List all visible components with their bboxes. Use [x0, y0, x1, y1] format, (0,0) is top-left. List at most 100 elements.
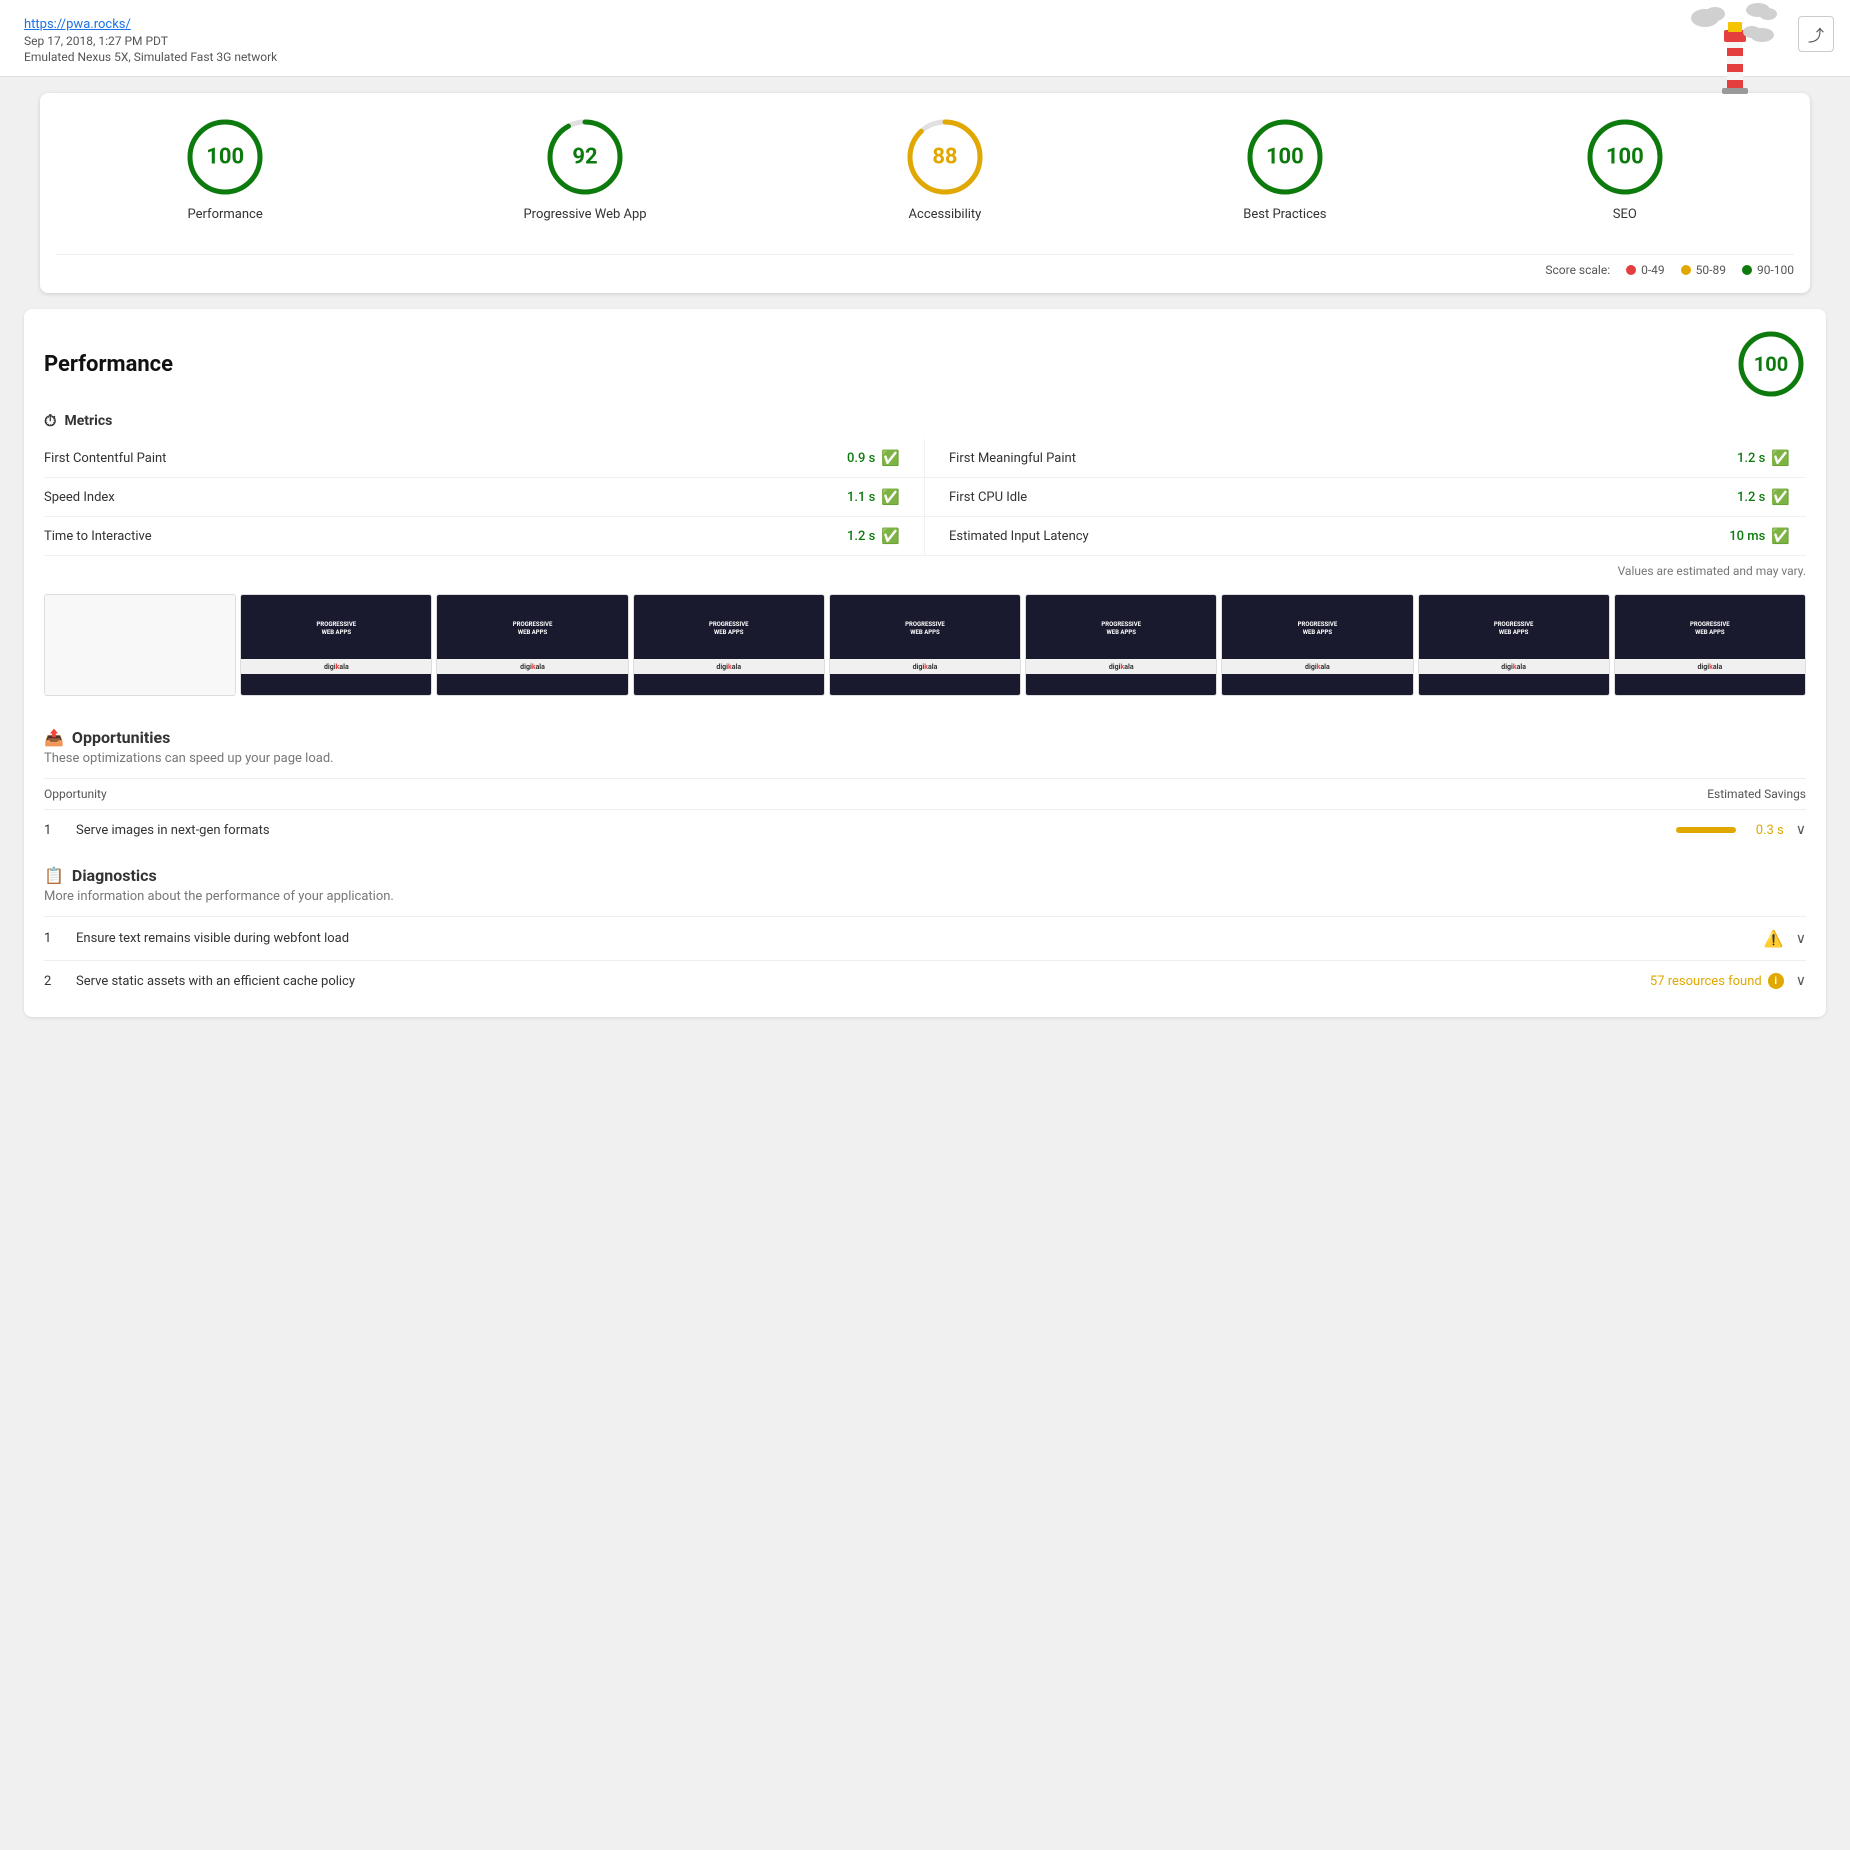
metric-name: Time to Interactive — [44, 529, 152, 544]
resources-found: 57 resources found i — [1650, 973, 1784, 989]
score-number-best-practices: 100 — [1266, 145, 1304, 170]
score-number-seo: 100 — [1606, 145, 1644, 170]
score-item-pwa: 92 Progressive Web App — [523, 117, 646, 222]
metrics-title: ⏱ Metrics — [24, 399, 1826, 439]
score-circle-seo: 100 — [1585, 117, 1665, 197]
opp-name: Serve images in next-gen formats — [76, 823, 1664, 838]
warning-icon: ⚠️ — [1764, 929, 1784, 948]
header-url[interactable]: https://pwa.rocks/ — [24, 17, 131, 32]
score-circle-performance: 100 — [185, 117, 265, 197]
opp-title: Opportunities — [72, 728, 170, 747]
opp-desc: These optimizations can speed up your pa… — [44, 751, 1806, 778]
metric-name: First CPU Idle — [949, 490, 1027, 505]
score-item-best-practices: 100 Best Practices — [1243, 117, 1326, 222]
score-number-performance: 100 — [206, 145, 244, 170]
diag-desc: More information about the performance o… — [44, 889, 1806, 916]
expand-chevron[interactable]: ∨ — [1796, 931, 1806, 947]
scale-dot — [1681, 265, 1691, 275]
scale-label: Score scale: — [1545, 263, 1610, 277]
film-frame-img: PROGRESSIVEWEB APPS digikala — [830, 595, 1020, 695]
film-frame-img: PROGRESSIVEWEB APPS digikala — [1615, 595, 1805, 695]
score-number-accessibility: 88 — [932, 145, 957, 170]
metric-value: 1.2 s ✅ — [1737, 449, 1790, 467]
savings-value: 0.3 s — [1744, 823, 1784, 838]
metric-name: Estimated Input Latency — [949, 529, 1089, 544]
film-frame-img: PROGRESSIVEWEB APPS digikala — [1222, 595, 1412, 695]
opp-header: 📤 Opportunities — [44, 712, 1806, 751]
values-note: Values are estimated and may vary. — [24, 556, 1826, 586]
score-number-pwa: 92 — [572, 145, 597, 170]
diag-name: Serve static assets with an efficient ca… — [76, 974, 1638, 989]
header: https://pwa.rocks/ Sep 17, 2018, 1:27 PM… — [0, 0, 1850, 77]
header-date: Sep 17, 2018, 1:27 PM PDT — [24, 34, 1826, 48]
metric-value: 0.9 s ✅ — [847, 449, 900, 467]
film-frame-img: PROGRESSIVEWEB APPS digikala — [241, 595, 431, 695]
filmstrip: PROGRESSIVEWEB APPS digikala PROGRESSIVE… — [24, 586, 1826, 712]
clock-icon: ⏱ — [44, 411, 56, 431]
film-frame-blank — [44, 594, 236, 696]
check-icon: ✅ — [881, 449, 900, 467]
score-item-accessibility: 88 Accessibility — [905, 117, 985, 222]
score-circle-accessibility: 88 — [905, 117, 985, 197]
main-content: Performance 100 ⏱ Metrics First Contentf… — [0, 309, 1850, 1057]
scale-dot — [1626, 265, 1636, 275]
scale-dot — [1742, 265, 1752, 275]
check-icon: ✅ — [881, 488, 900, 506]
score-label-pwa: Progressive Web App — [523, 207, 646, 222]
opp-num: 1 — [44, 823, 64, 838]
metric-row: First CPU Idle 1.2 s ✅ — [925, 478, 1806, 517]
score-scale: Score scale: 0-49 50-89 90-100 — [56, 254, 1794, 277]
header-device: Emulated Nexus 5X, Simulated Fast 3G net… — [24, 50, 1826, 64]
diagnostic-item: 1 Ensure text remains visible during web… — [44, 916, 1806, 960]
metrics-grid: First Contentful Paint 0.9 s ✅ First Mea… — [24, 439, 1826, 556]
score-item-seo: 100 SEO — [1585, 117, 1665, 222]
performance-section: Performance 100 ⏱ Metrics First Contentf… — [24, 309, 1826, 1017]
diag-num: 2 — [44, 974, 64, 989]
opportunities-section: 📤 Opportunities These optimizations can … — [24, 712, 1826, 850]
film-frame-img: PROGRESSIVEWEB APPS digikala — [1419, 595, 1609, 695]
diag-name: Ensure text remains visible during webfo… — [76, 931, 1752, 946]
section-score-circle: 100 — [1736, 329, 1806, 399]
metric-value: 1.2 s ✅ — [1737, 488, 1790, 506]
score-item-performance: 100 Performance — [185, 117, 265, 222]
film-frame: PROGRESSIVEWEB APPS digikala — [1418, 594, 1610, 696]
score-circle-pwa: 92 — [545, 117, 625, 197]
section-header: Performance 100 — [24, 309, 1826, 399]
diag-icon: 📋 — [44, 866, 64, 885]
diag-num: 1 — [44, 931, 64, 946]
expand-chevron[interactable]: ∨ — [1796, 973, 1806, 989]
scale-item: 0-49 — [1626, 263, 1665, 277]
diag-header: 📋 Diagnostics — [44, 850, 1806, 889]
score-label-performance: Performance — [188, 207, 263, 222]
metric-row: First Meaningful Paint 1.2 s ✅ — [925, 439, 1806, 478]
section-score-number: 100 — [1754, 352, 1788, 376]
metric-row: Time to Interactive 1.2 s ✅ — [44, 517, 925, 556]
film-frame: PROGRESSIVEWEB APPS digikala — [633, 594, 825, 696]
savings-bar — [1676, 827, 1736, 833]
expand-chevron[interactable]: ∨ — [1796, 822, 1806, 838]
scores-row: 100 Performance 92 Progressive Web App 8… — [56, 117, 1794, 238]
metric-row: Speed Index 1.1 s ✅ — [44, 478, 925, 517]
diag-title: Diagnostics — [72, 866, 157, 885]
metric-row: First Contentful Paint 0.9 s ✅ — [44, 439, 925, 478]
score-label-accessibility: Accessibility — [909, 207, 982, 222]
scale-item: 50-89 — [1681, 263, 1726, 277]
film-frame-img: PROGRESSIVEWEB APPS digikala — [634, 595, 824, 695]
lighthouse-icon — [1690, 0, 1780, 110]
metric-value: 1.2 s ✅ — [847, 527, 900, 545]
metric-row: Estimated Input Latency 10 ms ✅ — [925, 517, 1806, 556]
metric-value: 10 ms ✅ — [1729, 527, 1790, 545]
scores-card: 100 Performance 92 Progressive Web App 8… — [16, 93, 1834, 293]
score-label-best-practices: Best Practices — [1243, 207, 1326, 222]
scale-item: 90-100 — [1742, 263, 1794, 277]
film-frame-img: PROGRESSIVEWEB APPS digikala — [1026, 595, 1216, 695]
opp-columns: Opportunity Estimated Savings — [44, 778, 1806, 809]
diagnostics-section: 📋 Diagnostics More information about the… — [24, 850, 1826, 1017]
check-icon: ✅ — [1771, 527, 1790, 545]
metric-name: First Meaningful Paint — [949, 451, 1076, 466]
section-title: Performance — [44, 352, 173, 377]
film-frame: PROGRESSIVEWEB APPS digikala — [829, 594, 1021, 696]
check-icon: ✅ — [1771, 488, 1790, 506]
share-button[interactable]: ⤴ — [1798, 16, 1834, 52]
check-icon: ✅ — [1771, 449, 1790, 467]
